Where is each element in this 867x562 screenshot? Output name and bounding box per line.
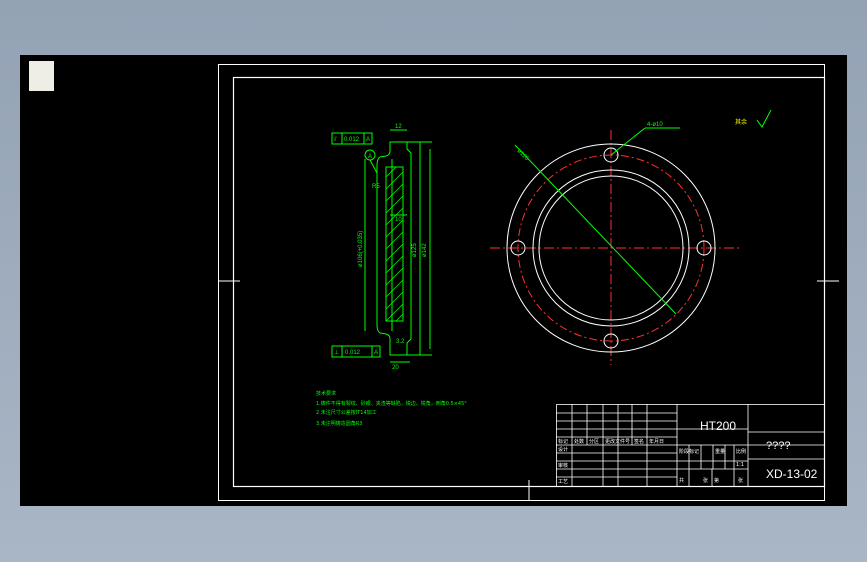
dim-chamfer: 3.2 [396,339,405,345]
tb-scale: 1:1 [736,462,744,468]
tb-stage-3: 比例 [736,448,746,455]
tb-drawing-no: XD-13-02 [766,467,818,481]
drawing-viewport[interactable]: ⫽ 0.012 A ⊥ 0.012 A A 12 R5 10 3.2 20 ø1… [20,55,847,506]
tb-row-label-1: 标记 [558,438,568,445]
outer-frame [218,64,825,501]
tb-header-1: 处数 [574,438,584,445]
section-hatch [385,166,404,322]
tol-bottom-datum: A [374,350,378,356]
dim-d1: ø125 [412,243,418,257]
tb-stage-2: 重量 [715,448,725,455]
tol-bottom-value: 0.012 [345,350,361,356]
tb-row-label-4: 工艺 [558,479,568,485]
plan-view [490,127,740,365]
dim-top-width: 12 [395,124,402,130]
dim-bore: ø106(+0.035) [358,231,364,267]
notes-item-1: 1.铸件不得有裂纹、砂眼、夹渣等缺陷，锐边、锐角，倒角0.5×45° [316,400,467,407]
tb-header-5: 年月日 [649,438,664,445]
tb-header-3: 更改文件号 [605,438,630,445]
datum-label: A [368,154,372,160]
roughness-label: 其余 [735,118,747,126]
tb-sheet-1: 共 [679,477,684,484]
tol-bottom-symbol: ⊥ [334,349,339,356]
tb-sheet-2: 张 [703,477,708,484]
dim-holes: 4-ø10 [647,122,663,128]
dim-pcd: ø126 [516,148,530,162]
tb-row-label-2: 设计 [558,446,568,453]
dim-mid: 10 [395,217,402,223]
tb-header-4: 签名 [634,438,644,445]
roughness-icon [756,109,772,128]
tb-header-2: 分区 [589,438,599,445]
dim-radius: R5 [372,184,380,190]
notes-title: 技术要求 [316,390,336,397]
tol-top-datum: A [366,137,370,143]
notes-item-2: 2.未注尺寸公差按IT14加工 [316,409,377,416]
tb-part-name: ???? [766,440,790,452]
cad-drawing: ⫽ 0.012 A ⊥ 0.012 A A 12 R5 10 3.2 20 ø1… [218,64,839,501]
tol-top-symbol: ⫽ [333,136,337,143]
dim-bottom-width: 20 [392,365,399,371]
tb-row-label-3: 审核 [558,462,568,469]
tb-stage-1: 阶段标记 [679,448,699,455]
notes-item-3: 3.未注明铸造圆角R3 [316,420,362,427]
tb-material: HT200 [700,419,736,433]
tb-sheet-3: 第 [714,477,719,484]
tol-top-value: 0.012 [344,137,360,143]
tb-sheet-4: 张 [738,477,743,484]
dim-d2: ø142 [422,243,428,257]
